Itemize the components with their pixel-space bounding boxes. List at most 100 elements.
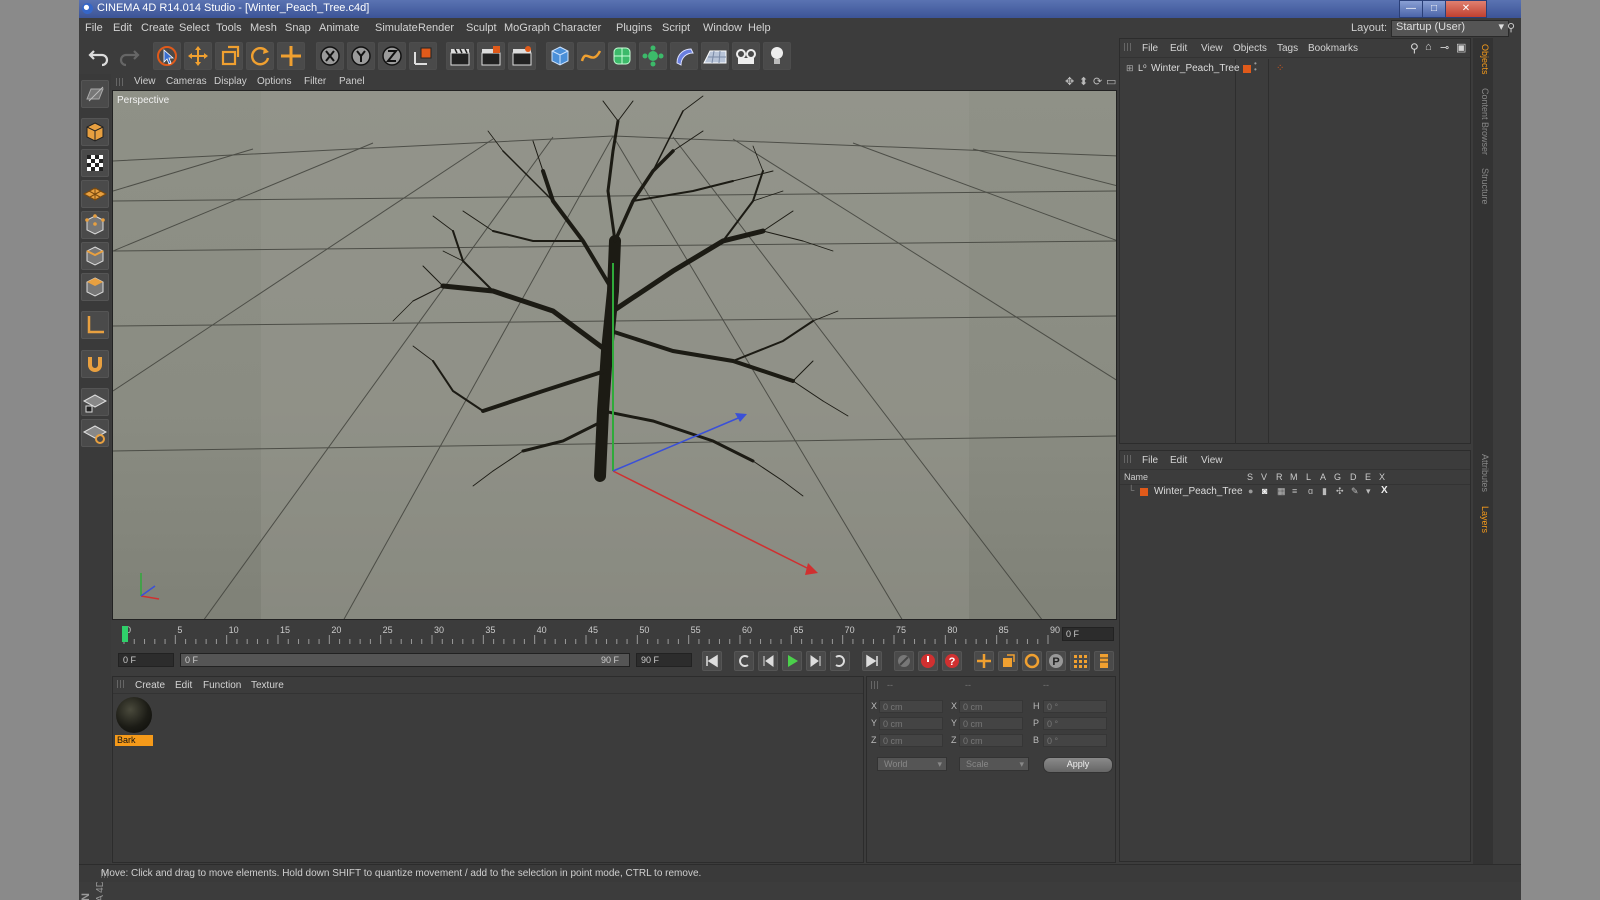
coordinate-system-button[interactable] <box>409 42 437 70</box>
polygons-mode-button[interactable] <box>81 273 109 301</box>
render-toggle-icon[interactable]: ▦ <box>1277 486 1286 497</box>
menu-character[interactable]: Character <box>553 22 601 34</box>
object-row-winter-peach-tree[interactable]: ⊞ L⁰ Winter_Peach_Tree • • ⁘ <box>1124 60 1464 77</box>
rot-b-field[interactable]: 0 ° <box>1043 734 1107 747</box>
nurbs-button[interactable] <box>608 42 636 70</box>
menu-edit[interactable]: Edit <box>113 22 132 34</box>
layers-menu-view[interactable]: View <box>1201 455 1223 466</box>
material-menu-texture[interactable]: Texture <box>251 680 284 691</box>
render-view-button[interactable] <box>446 42 474 70</box>
material-menu-create[interactable]: Create <box>135 680 165 691</box>
viewport-zoom-icon[interactable]: ⬍ <box>1079 75 1088 88</box>
objects-menu-file[interactable]: File <box>1142 43 1158 54</box>
playhead-marker[interactable] <box>122 626 128 642</box>
timeline-layout-button[interactable] <box>1094 651 1114 671</box>
rot-h-field[interactable]: 0 ° <box>1043 700 1107 713</box>
previous-frame-button[interactable] <box>758 651 778 671</box>
layer-color-swatch[interactable] <box>1140 488 1148 496</box>
size-z-field[interactable]: 0 cm <box>959 734 1023 747</box>
panel-grip-icon[interactable] <box>1124 455 1132 463</box>
live-selection-button[interactable] <box>153 42 181 70</box>
view-toggle-icon[interactable]: ◙ <box>1262 486 1267 496</box>
expand-icon[interactable]: ⊞ <box>1126 63 1134 74</box>
layers-menu-file[interactable]: File <box>1142 455 1158 466</box>
menu-snap[interactable]: Snap <box>285 22 311 34</box>
objects-menu-edit[interactable]: Edit <box>1170 43 1187 54</box>
axis-mode-button[interactable] <box>81 311 109 339</box>
menu-mograph[interactable]: MoGraph <box>504 22 550 34</box>
size-y-field[interactable]: 0 cm <box>959 717 1023 730</box>
layout-select[interactable]: Startup (User) ▾ <box>1391 20 1509 37</box>
visibility-dots-icon[interactable]: • • <box>1254 60 1257 74</box>
material-swatch-bark[interactable]: Bark <box>115 697 153 746</box>
panel-grip-icon[interactable] <box>117 680 125 688</box>
menu-sculpt[interactable]: Sculpt <box>466 22 497 34</box>
menu-animate[interactable]: Animate <box>319 22 359 34</box>
x-axis-lock-button[interactable] <box>316 42 344 70</box>
y-axis-lock-button[interactable] <box>347 42 375 70</box>
key-rotation-button[interactable] <box>1022 651 1042 671</box>
tab-structure[interactable]: Structure <box>1476 168 1490 205</box>
edges-mode-button[interactable] <box>81 242 109 270</box>
redo-button[interactable] <box>115 42 143 70</box>
tab-objects[interactable]: Objects <box>1476 44 1490 75</box>
menu-mesh[interactable]: Mesh <box>250 22 277 34</box>
tab-content-browser[interactable]: Content Browser <box>1476 88 1490 155</box>
menu-simulate[interactable]: Simulate <box>375 22 418 34</box>
objects-menu-tags[interactable]: Tags <box>1277 43 1298 54</box>
panel-grip-icon[interactable] <box>116 78 124 86</box>
menu-window[interactable]: Window <box>703 22 742 34</box>
layers-menu-edit[interactable]: Edit <box>1170 455 1187 466</box>
home-icon[interactable]: ⌂ <box>1425 41 1432 53</box>
lock-toggle-icon[interactable]: ɑ <box>1308 486 1313 496</box>
apply-button[interactable]: Apply <box>1043 757 1113 773</box>
array-button[interactable] <box>639 42 667 70</box>
cube-object-button[interactable] <box>546 42 574 70</box>
manager-toggle-icon[interactable]: ≡ <box>1292 486 1297 496</box>
undo-button[interactable] <box>85 42 113 70</box>
menu-select[interactable]: Select <box>179 22 210 34</box>
end-frame-field[interactable]: 90 F <box>636 653 692 667</box>
material-menu-edit[interactable]: Edit <box>175 680 192 691</box>
scale-tool-button[interactable] <box>215 42 243 70</box>
rotate-tool-button[interactable] <box>246 42 274 70</box>
next-frame-button[interactable] <box>806 651 826 671</box>
new-window-icon[interactable]: ▣ <box>1456 41 1466 54</box>
menu-create[interactable]: Create <box>141 22 174 34</box>
coordinate-mode-select[interactable]: World ▾ <box>877 757 947 771</box>
solo-toggle-icon[interactable]: ● <box>1248 486 1253 496</box>
tab-attributes[interactable]: Attributes <box>1476 454 1490 492</box>
recent-tool-button[interactable] <box>277 42 305 70</box>
model-mode-button[interactable] <box>81 118 109 146</box>
current-frame-field[interactable]: 0 F <box>1062 627 1114 641</box>
autokeying-button[interactable] <box>918 651 938 671</box>
timeline-ruler[interactable]: 0 5 10 15 20 25 30 35 40 45 50 55 60 65 70 75 80 85 90 0 F <box>112 622 1116 646</box>
viewport-menu-filter[interactable]: Filter <box>304 76 326 87</box>
material-menu-function[interactable]: Function <box>203 680 241 691</box>
viewport-maximize-icon[interactable]: ▭ <box>1106 75 1116 88</box>
objects-menu-bookmarks[interactable]: Bookmarks <box>1308 43 1358 54</box>
viewport-menu-display[interactable]: Display <box>214 76 247 87</box>
snap-button[interactable] <box>81 350 109 378</box>
pos-y-field[interactable]: 0 cm <box>879 717 943 730</box>
scene-floor-button[interactable] <box>701 42 729 70</box>
play-button[interactable] <box>782 651 802 671</box>
menu-plugins[interactable]: Plugins <box>616 22 652 34</box>
search-icon[interactable]: ⚲ <box>1410 41 1419 55</box>
workplane-mode-button[interactable] <box>81 180 109 208</box>
workplane-lock-button[interactable] <box>81 388 109 416</box>
light-button[interactable] <box>763 42 791 70</box>
search-icon[interactable]: ⚲ <box>1507 21 1515 34</box>
preview-range-slider[interactable]: 0 F 90 F <box>180 653 630 667</box>
go-to-start-button[interactable] <box>702 651 722 671</box>
menu-script[interactable]: Script <box>662 22 690 34</box>
start-frame-field[interactable]: 0 F <box>118 653 174 667</box>
expressions-toggle-icon[interactable]: ▾ <box>1366 486 1371 497</box>
material-tag-icon[interactable]: ⁘ <box>1276 63 1284 74</box>
key-pla-button[interactable] <box>1070 651 1090 671</box>
render-picture-viewer-button[interactable] <box>477 42 505 70</box>
maximize-button[interactable]: □ <box>1422 0 1446 18</box>
panel-grip-icon[interactable] <box>1124 43 1132 51</box>
viewport-menu-options[interactable]: Options <box>257 76 291 87</box>
go-to-end-button[interactable] <box>862 651 882 671</box>
